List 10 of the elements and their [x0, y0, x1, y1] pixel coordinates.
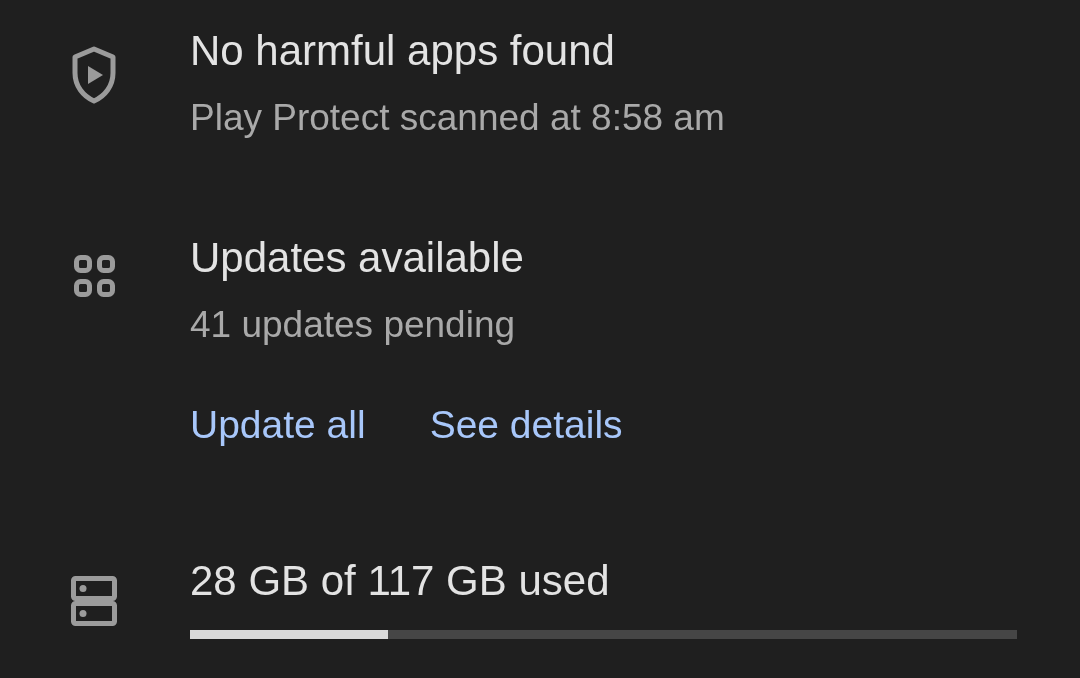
- item-title: Updates available: [190, 233, 525, 283]
- item-subtitle: Play Protect scanned at 8:58 am: [190, 96, 726, 140]
- action-link[interactable]: See details: [429, 402, 623, 448]
- item-title: 28 GB of 117 GB used: [190, 556, 611, 606]
- item-subtitle: 41 updates pending: [190, 303, 517, 347]
- action-link[interactable]: Update all: [190, 402, 366, 448]
- storage-icon: [71, 576, 117, 626]
- item-title: No harmful apps found: [190, 26, 616, 76]
- shield-play-icon: [71, 46, 117, 104]
- apps-grid-icon: [72, 253, 116, 299]
